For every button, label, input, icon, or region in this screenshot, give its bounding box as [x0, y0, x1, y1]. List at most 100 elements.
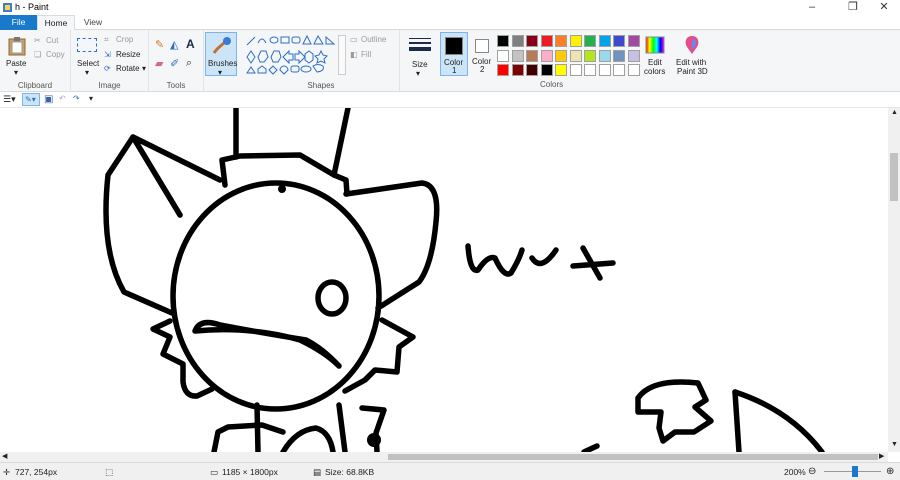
restore-button[interactable]: ❐ [839, 0, 867, 15]
palette-swatch[interactable] [540, 35, 553, 47]
fill-bucket-icon[interactable]: ◭ [170, 38, 178, 51]
color-picker-icon[interactable]: ✐ [170, 57, 179, 70]
palette-swatch[interactable] [569, 49, 582, 62]
palette-swatch[interactable] [511, 64, 524, 76]
crop-button[interactable]: ⌗ Crop [104, 35, 146, 46]
magnifier-icon[interactable]: ⌕ [186, 57, 192, 70]
rotate-icon: ⟳ [104, 64, 111, 73]
palette-swatch[interactable] [598, 49, 611, 62]
paste-button[interactable]: Paste ▾ [3, 33, 31, 79]
palette-swatch[interactable] [511, 49, 524, 62]
cut-button[interactable]: ✂ Cut [34, 36, 69, 47]
edit-colors-button[interactable]: Edit colors [643, 32, 667, 78]
vertical-scroll-thumb[interactable] [890, 153, 898, 201]
paste-dropdown-icon[interactable]: ▾ [14, 68, 18, 77]
palette-swatch[interactable] [613, 64, 625, 76]
palette-swatch[interactable] [555, 35, 567, 47]
select-button[interactable]: Select ▾ [74, 33, 102, 79]
paint3d-label-a: Edit with [676, 58, 707, 67]
palette-swatch[interactable] [555, 49, 567, 62]
save-icon[interactable]: ▣ [44, 94, 53, 105]
scroll-up-icon[interactable]: ▲ [891, 109, 898, 116]
rotate-label: Rotate [116, 64, 140, 73]
palette-swatch[interactable] [627, 64, 640, 76]
outline-button[interactable]: ▭ Outline [350, 35, 398, 46]
image-size: 1185 × 1800px [222, 467, 278, 477]
canvas-area[interactable] [0, 108, 888, 452]
palette-swatch[interactable] [584, 64, 596, 76]
color2-swatch [475, 39, 489, 53]
tab-view[interactable]: View [76, 15, 110, 30]
cursor-position: 727, 254px [15, 467, 58, 477]
palette-swatch[interactable] [526, 49, 538, 62]
palette-swatch[interactable] [627, 49, 640, 62]
redo-icon[interactable]: ↷ [73, 94, 80, 103]
palette-swatch[interactable] [526, 35, 538, 47]
vertical-scrollbar[interactable]: ▲ ▼ [888, 108, 900, 452]
palette-swatch[interactable] [613, 35, 625, 47]
brushes-label: Brushes [208, 59, 238, 68]
tools-group-label: Tools [166, 81, 186, 90]
horizontal-scrollbar[interactable]: ◀ ▶ [0, 452, 888, 462]
shapes-scroll[interactable] [338, 35, 346, 75]
edit-colors-label-b: colors [644, 67, 666, 76]
brush-qat-button[interactable]: ✎▾ [22, 93, 40, 106]
menu-lines-icon[interactable]: ☰▾ [3, 94, 16, 105]
edit-with-paint3d-button[interactable]: Edit with Paint 3D [672, 32, 712, 78]
size-dropdown-icon: ▾ [416, 69, 421, 78]
undo-icon[interactable]: ↶ [59, 94, 66, 103]
close-button[interactable]: ✕ [870, 0, 898, 15]
palette-swatch[interactable] [497, 64, 509, 76]
palette-swatch[interactable] [540, 49, 553, 62]
rotate-button[interactable]: ⟳ Rotate ▾ [104, 64, 148, 75]
brushes-button[interactable]: Brushes ▾ [205, 32, 238, 77]
palette-swatch[interactable] [613, 49, 625, 62]
size-label: Size [412, 60, 428, 69]
palette-swatch[interactable] [526, 64, 538, 76]
shapes-gallery[interactable] [245, 35, 337, 75]
tab-home[interactable]: Home [37, 15, 75, 31]
drawing-canvas[interactable] [0, 108, 888, 452]
palette-swatch[interactable] [555, 64, 567, 76]
zoom-slider-thumb[interactable] [852, 466, 859, 477]
line-size-icon [409, 38, 431, 51]
tab-file[interactable]: File [0, 15, 37, 30]
copy-button[interactable]: ❏ Copy [34, 50, 69, 61]
fill-button[interactable]: ◧ Fill [350, 50, 390, 61]
scroll-down-icon[interactable]: ▼ [891, 441, 898, 448]
palette-swatch[interactable] [497, 49, 509, 62]
eraser-icon[interactable]: ▰ [155, 57, 163, 70]
palette-swatch[interactable] [497, 35, 509, 47]
minimize-button[interactable]: – [798, 0, 826, 15]
zoom-out-icon[interactable]: ⊖ [808, 466, 816, 477]
customize-qat-icon[interactable]: ▾ [89, 94, 93, 103]
palette-swatch[interactable] [598, 35, 611, 47]
paint3d-icon [685, 36, 699, 54]
size-button[interactable]: Size ▾ [404, 33, 436, 79]
selection-size-icon: ⬚ [105, 467, 114, 477]
horizontal-scroll-thumb[interactable] [388, 454, 878, 460]
palette-swatch[interactable] [584, 35, 596, 47]
palette-swatch[interactable] [598, 64, 611, 76]
select-dropdown-icon[interactable]: ▾ [85, 68, 89, 77]
brush-icon [212, 37, 231, 54]
resize-button[interactable]: ⇲ Resize [104, 50, 146, 61]
outline-label: Outline [361, 35, 387, 44]
palette-swatch[interactable] [584, 49, 596, 62]
scroll-left-icon[interactable]: ◀ [2, 452, 7, 460]
palette-swatch[interactable] [569, 35, 582, 47]
color1-button[interactable]: Color 1 [440, 32, 468, 76]
palette-swatch[interactable] [627, 35, 640, 47]
palette-swatch[interactable] [511, 35, 524, 47]
text-tool-icon[interactable]: A [186, 37, 195, 51]
zoom-in-icon[interactable]: ⊕ [886, 466, 894, 477]
pencil-icon[interactable]: ✎ [155, 38, 164, 51]
palette-swatch[interactable] [569, 64, 582, 76]
paint-app-icon [3, 3, 12, 12]
palette-swatch[interactable] [540, 64, 553, 76]
paste-label: Paste [6, 59, 27, 68]
zoom-level: 200% [784, 467, 806, 477]
select-icon [77, 38, 97, 52]
scroll-right-icon[interactable]: ▶ [879, 452, 884, 460]
color2-button[interactable]: Color 2 [469, 32, 497, 76]
